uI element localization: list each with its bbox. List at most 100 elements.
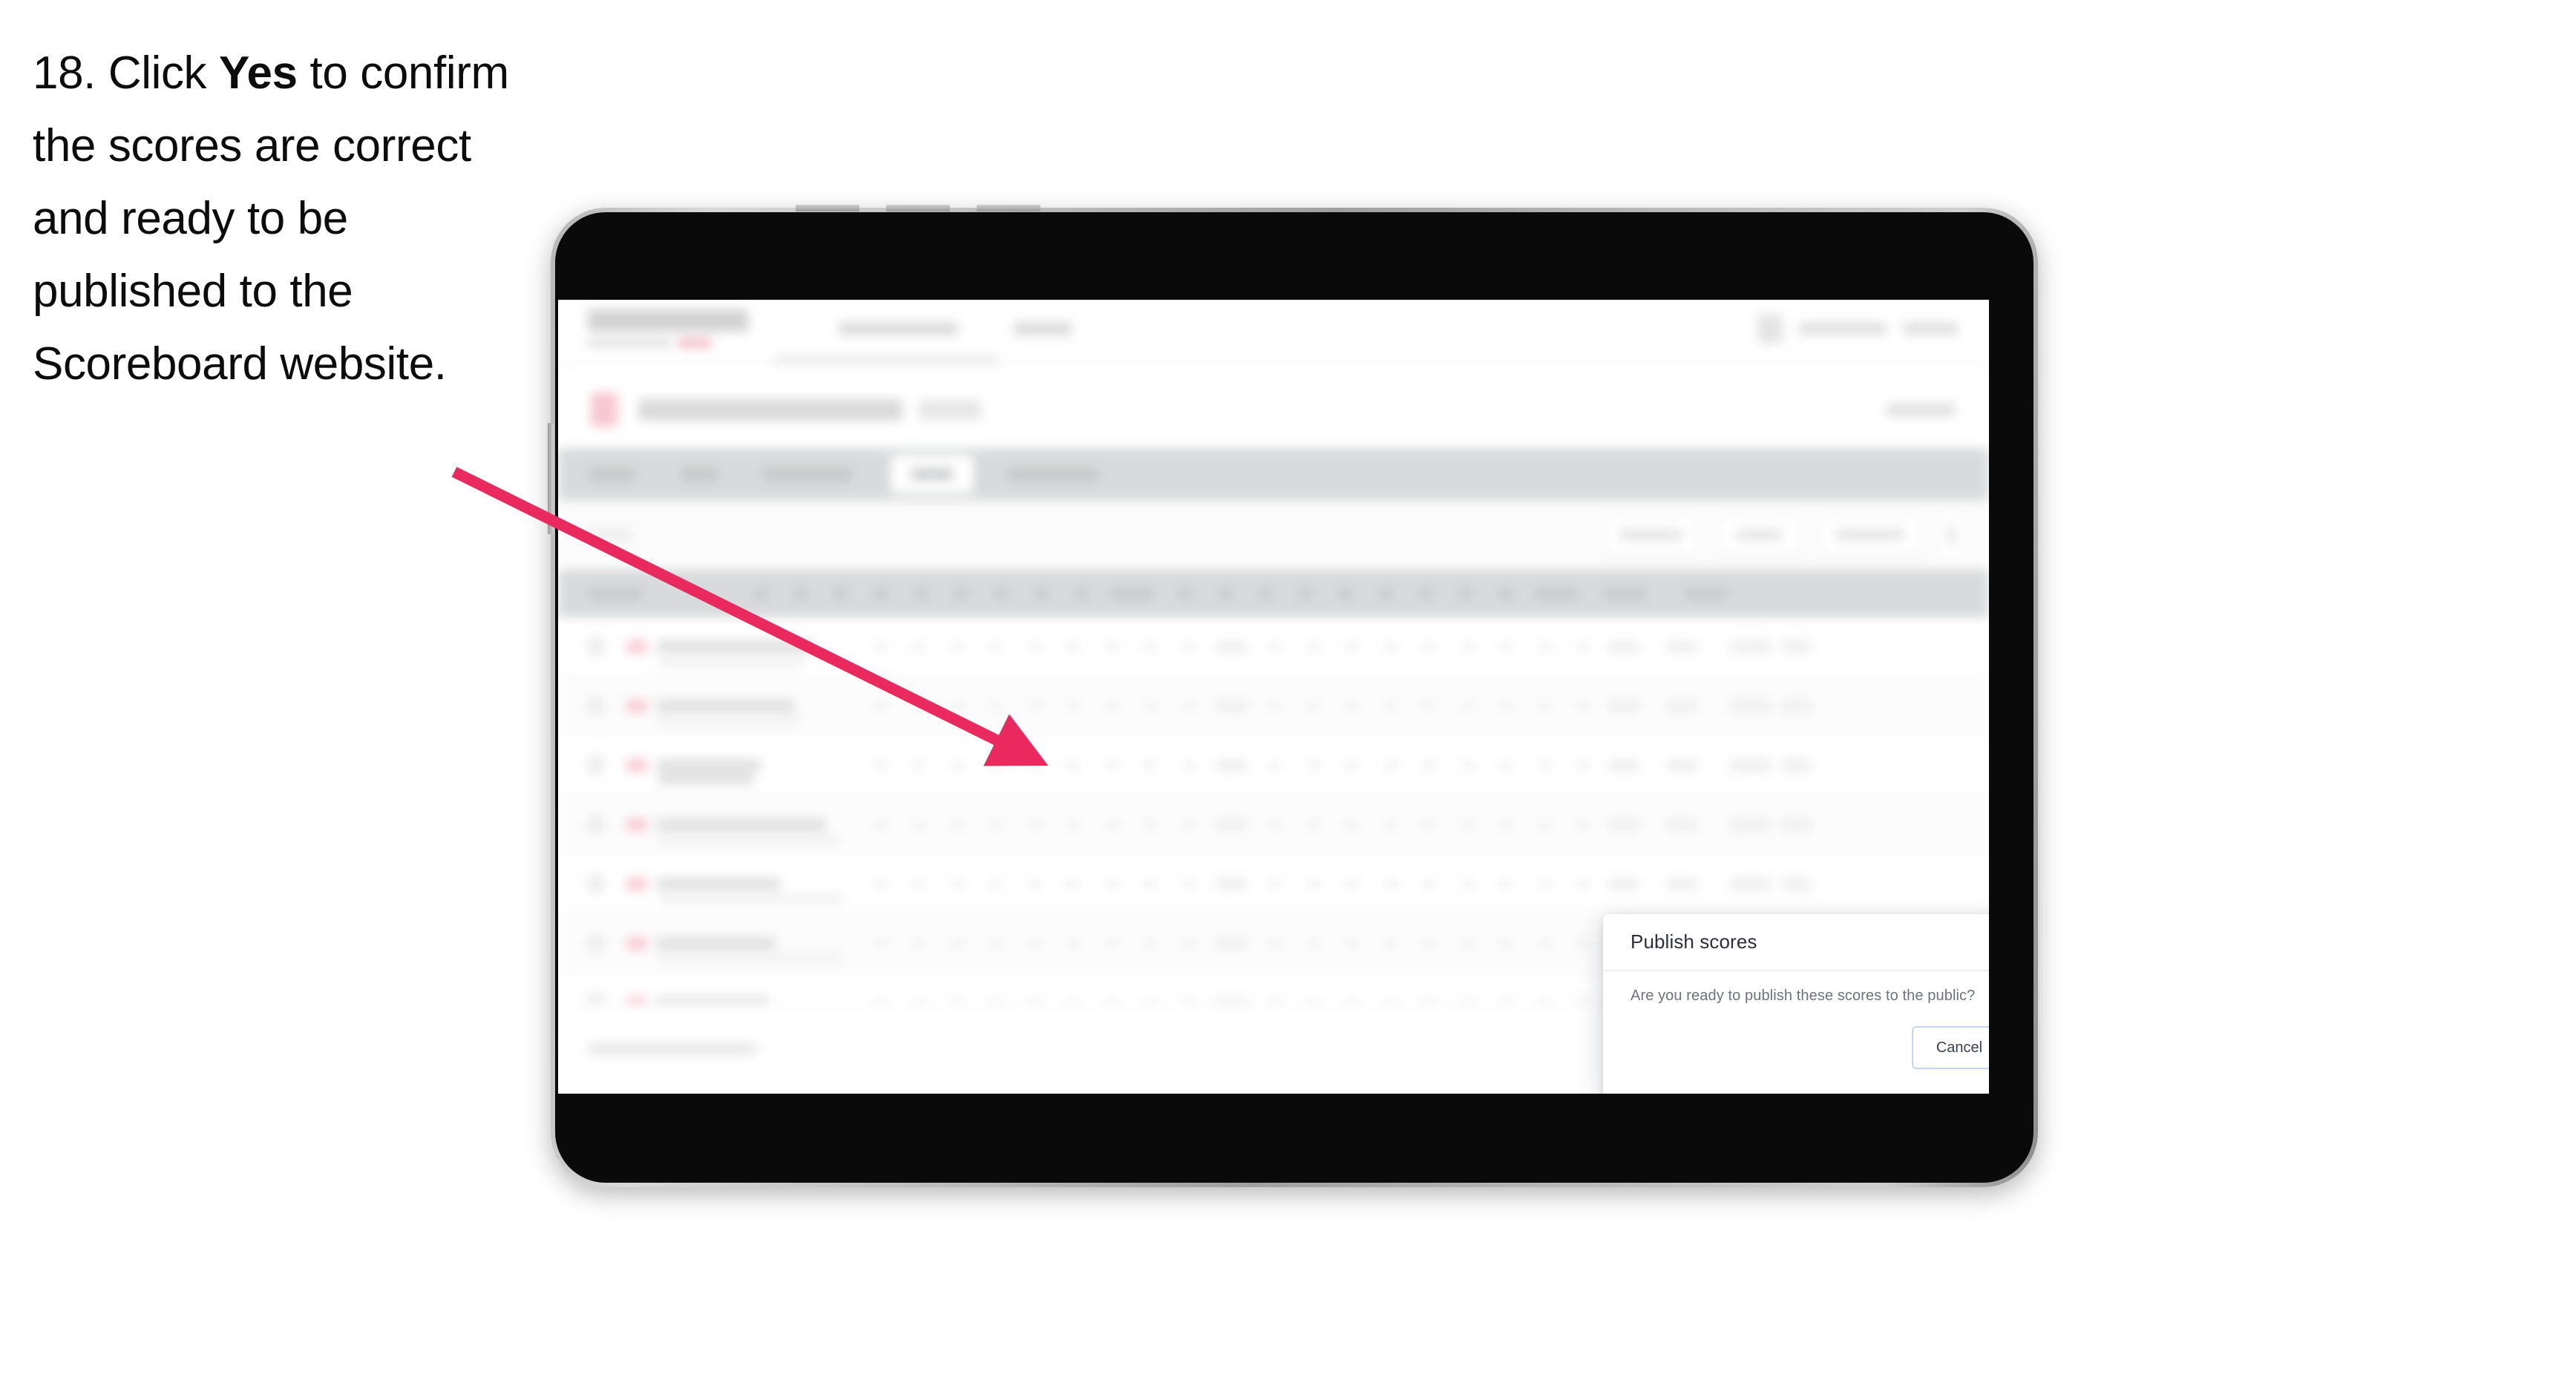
row-player-name	[657, 640, 813, 653]
tab-results[interactable]	[891, 455, 974, 493]
page-title-action[interactable]	[1887, 403, 1955, 416]
row-player-club	[658, 717, 799, 725]
event-flag-icon	[591, 393, 617, 427]
filter-bar	[558, 500, 1989, 570]
table-row[interactable]	[558, 677, 1989, 736]
row-player-name-2	[658, 773, 753, 784]
row-checkbox[interactable]	[588, 756, 604, 774]
row-checkbox[interactable]	[588, 815, 604, 833]
column-header-h11	[1219, 588, 1232, 600]
tab-course-setup[interactable]	[763, 467, 852, 481]
column-header-h8	[1035, 588, 1048, 600]
row-flag-icon	[626, 818, 647, 831]
caption-text-before: Click	[96, 47, 219, 99]
device-top-button-2[interactable]	[886, 205, 950, 211]
table-row[interactable]	[558, 855, 1989, 914]
publish-scores-dialog: Publish scores Are you ready to publish …	[1603, 914, 1989, 1094]
column-header-h13	[1299, 588, 1312, 600]
footer-status-text	[588, 1043, 757, 1055]
filter-view-select[interactable]	[1818, 516, 1922, 554]
row-player-name	[657, 936, 776, 950]
app-header	[558, 300, 1989, 358]
column-header-total	[1603, 588, 1646, 600]
column-header-h14	[1339, 588, 1352, 600]
filter-buttons	[1603, 516, 1964, 554]
row-player-name	[657, 877, 780, 890]
row-player-name	[657, 818, 826, 831]
row-player-club	[658, 657, 804, 666]
tablet-screen: Publish scores Are you ready to publish …	[558, 300, 1989, 1094]
page-title-bar	[558, 374, 1989, 445]
cancel-button[interactable]: Cancel	[1912, 1026, 1989, 1069]
device-top-button-3[interactable]	[977, 205, 1040, 211]
page-title-year	[919, 399, 981, 420]
logo-badge	[678, 338, 712, 348]
logo-wordmark	[588, 309, 748, 332]
logo-subtitle-text	[588, 339, 671, 347]
row-flag-icon	[626, 699, 647, 712]
table-row[interactable]	[558, 795, 1989, 855]
column-header-h5	[914, 588, 928, 600]
row-checkbox[interactable]	[588, 934, 604, 952]
nav-item-tournaments[interactable]	[839, 322, 957, 335]
column-header-status	[1685, 588, 1728, 600]
column-header-h3	[834, 588, 848, 600]
column-header-h9	[1075, 588, 1088, 600]
sign-out-link[interactable]	[1903, 323, 1958, 335]
table-row[interactable]	[558, 736, 1989, 795]
tab-leaderboard[interactable]	[1008, 467, 1098, 481]
column-header-h18	[1499, 588, 1513, 600]
tab-bar	[558, 448, 1989, 500]
user-name-label[interactable]	[1799, 323, 1887, 335]
row-flag-icon	[626, 877, 647, 890]
column-header-out	[1110, 588, 1153, 600]
row-player-name	[657, 699, 795, 712]
row-player-club	[658, 954, 842, 962]
filter-round-select[interactable]	[1716, 516, 1802, 554]
row-checkbox[interactable]	[588, 697, 604, 715]
more-dots	[1947, 526, 1955, 544]
row-checkbox[interactable]	[588, 637, 604, 655]
caption-emphasis: Yes	[218, 47, 298, 99]
device-power-button[interactable]	[548, 423, 554, 534]
column-header-h15	[1379, 588, 1392, 600]
column-header-player	[588, 588, 643, 600]
avatar[interactable]	[1757, 315, 1783, 343]
dialog-header: Publish scores	[1603, 914, 1989, 971]
filter-print-label	[1619, 530, 1683, 540]
row-checkbox[interactable]	[588, 875, 604, 893]
filter-print-scorecard[interactable]	[1603, 516, 1700, 554]
filter-round-label	[1736, 530, 1782, 540]
column-header-h1	[754, 588, 767, 600]
dialog-actions: Cancel Yes	[1912, 1026, 1989, 1069]
table-header	[558, 570, 1989, 617]
column-header-h10	[1179, 588, 1192, 600]
header-right-cluster	[1757, 315, 1958, 343]
app-logo[interactable]	[588, 309, 748, 348]
tab-details[interactable]	[589, 467, 635, 481]
column-header-h2	[794, 588, 807, 600]
row-player-name	[657, 758, 761, 772]
tab-teams[interactable]	[681, 467, 718, 481]
search-input[interactable]	[591, 529, 632, 541]
row-flag-icon	[626, 758, 647, 772]
tab-results-label	[911, 468, 953, 480]
logo-subtitle	[588, 338, 748, 348]
table-row[interactable]	[558, 617, 1989, 677]
more-options-icon[interactable]	[1938, 517, 1964, 553]
column-header-h6	[954, 588, 968, 600]
dialog-message: Are you ready to publish these scores to…	[1631, 988, 1976, 1004]
filter-view-label	[1836, 530, 1904, 540]
column-header-in	[1535, 588, 1578, 600]
column-header-h4	[874, 588, 888, 600]
page-title	[638, 398, 902, 421]
column-header-h7	[994, 588, 1008, 600]
header-divider	[558, 364, 1989, 365]
dialog-body: Are you ready to publish these scores to…	[1603, 971, 1989, 1005]
device-top-button-1[interactable]	[796, 205, 859, 211]
row-flag-icon	[626, 640, 647, 653]
caption-text-after: to confirm the scores are correct and re…	[33, 47, 509, 390]
dialog-title: Publish scores	[1631, 930, 1757, 953]
active-nav-underline	[775, 356, 997, 363]
nav-item-events[interactable]	[1014, 322, 1072, 335]
